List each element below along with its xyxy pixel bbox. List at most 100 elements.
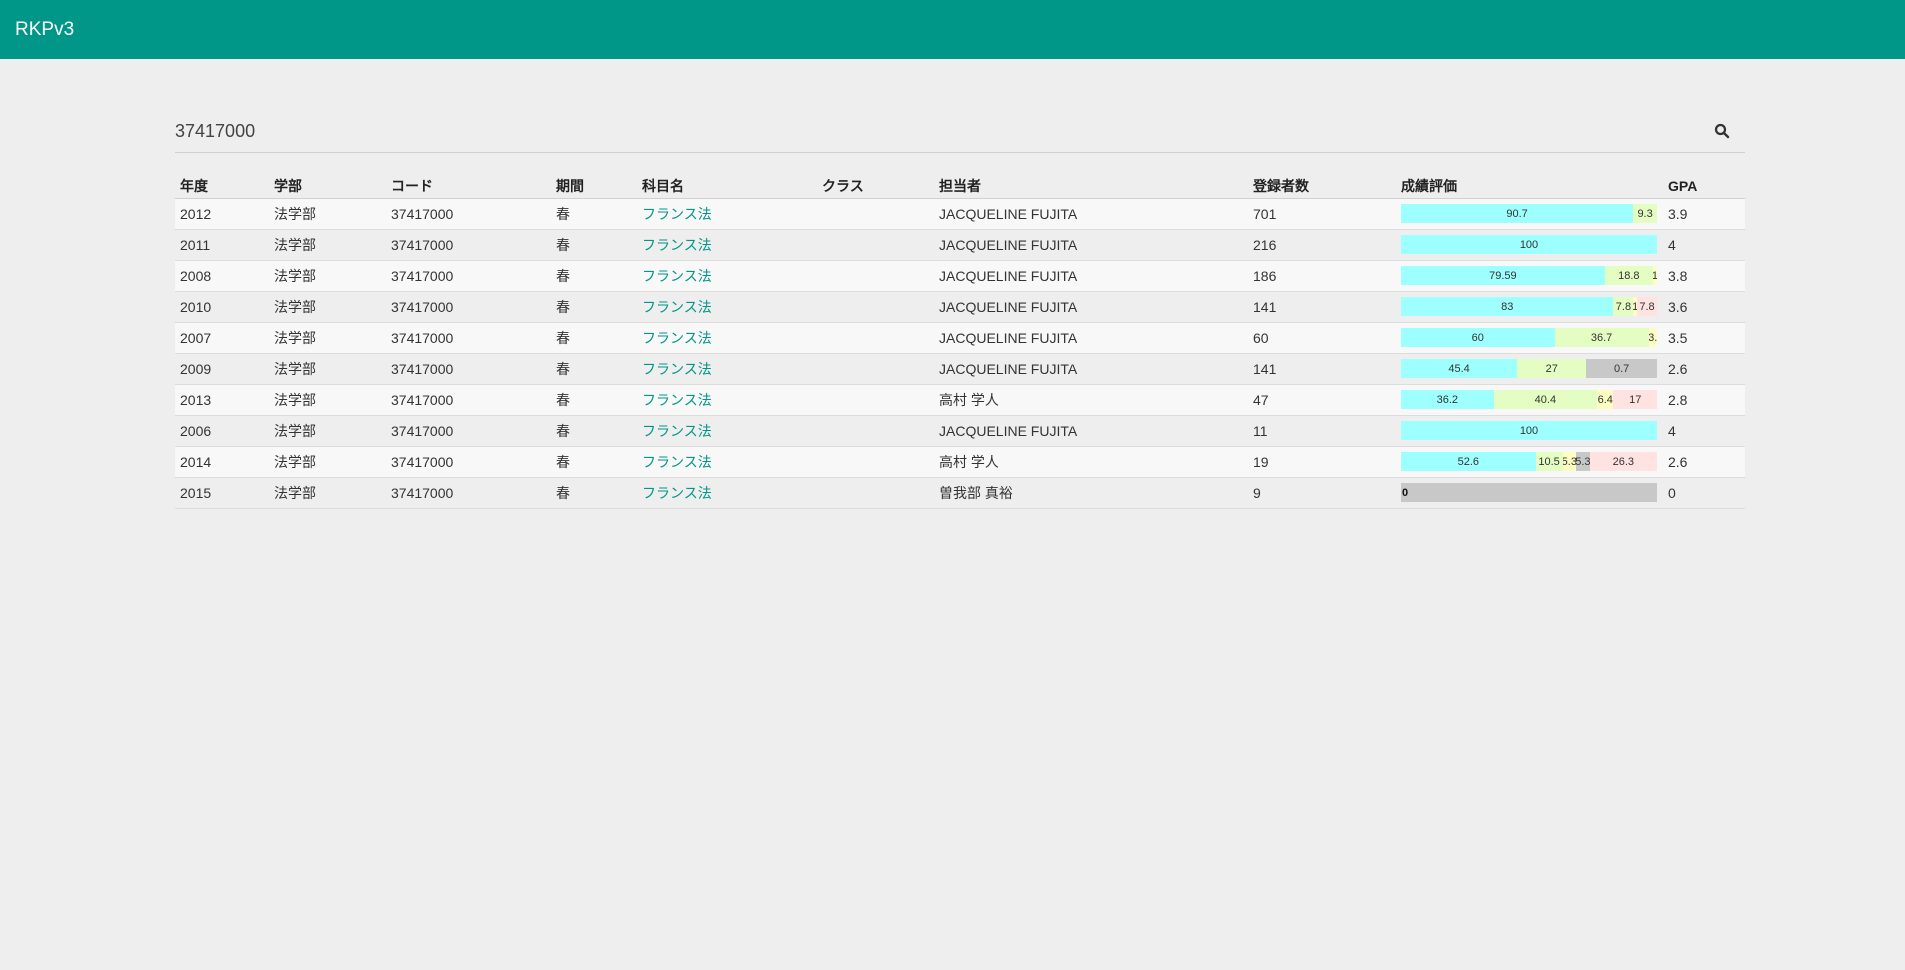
cell-grades: 79.59 18.8 1 [1396,260,1663,292]
grade-segment-f: 5.3 [1576,452,1590,471]
header-code[interactable]: コード [386,174,551,199]
cell-year: 2014 [175,446,269,478]
table-row: 2010 法学部 37417000 春フランス法 JACQUELINE FUJITA 14… [175,291,1745,323]
cell-grades: 45.4 27 0.7 [1396,353,1663,385]
cell-gpa: 2.6 [1663,446,1745,478]
grade-segment-b: 7.8 [1613,297,1634,316]
cell-term: 春 [551,353,637,385]
cell-year: 2013 [175,384,269,416]
table-row: 2006 法学部 37417000 春フランス法 JACQUELINE FUJITA 11… [175,415,1745,447]
subject-link[interactable]: フランス法 [642,299,712,315]
cell-instructor: JACQUELINE FUJITA [934,198,1248,230]
header-year[interactable]: 年度 [175,174,269,199]
header-grades[interactable]: 成績評価 [1396,174,1663,199]
subject-link[interactable]: フランス法 [642,454,712,470]
grade-distribution-bar: 79.59 18.8 1 [1401,266,1657,285]
grade-segment-a: 60 [1401,328,1555,347]
cell-term: 春 [551,477,637,509]
cell-gpa: 3.6 [1663,291,1745,323]
header-class[interactable]: クラス [817,174,934,199]
grade-segment-a: 52.6 [1401,452,1536,471]
cell-subject: フランス法 [637,260,817,292]
cell-class [817,322,934,354]
cell-gpa: 0 [1663,477,1745,509]
cell-class [817,198,934,230]
cell-year: 2006 [175,415,269,447]
table-row: 2013 法学部 37417000 春フランス法 高村 学人 47 36.2 40.4 6.4 1… [175,384,1745,416]
cell-enrolled: 216 [1248,229,1396,261]
subject-link[interactable]: フランス法 [642,485,712,501]
subject-link[interactable]: フランス法 [642,268,712,284]
cell-enrolled: 19 [1248,446,1396,478]
grade-segment-b: 9.3 [1633,204,1657,223]
subject-link[interactable]: フランス法 [642,237,712,253]
search-icon[interactable] [1713,122,1731,140]
cell-grades: 52.6 10.5 5.3 5.3 26.3 [1396,446,1663,478]
search-bar [175,110,1745,153]
cell-class [817,415,934,447]
cell-gpa: 3.9 [1663,198,1745,230]
cell-faculty: 法学部 [269,415,386,447]
cell-gpa: 4 [1663,229,1745,261]
header-faculty[interactable]: 学部 [269,174,386,199]
cell-subject: フランス法 [637,384,817,416]
subject-link[interactable]: フランス法 [642,361,712,377]
cell-term: 春 [551,198,637,230]
cell-term: 春 [551,260,637,292]
subject-link[interactable]: フランス法 [642,423,712,439]
cell-subject: フランス法 [637,229,817,261]
subject-link[interactable]: フランス法 [642,206,712,222]
cell-gpa: 2.6 [1663,353,1745,385]
cell-subject: フランス法 [637,353,817,385]
cell-code: 37417000 [386,198,551,230]
header-term[interactable]: 期間 [551,174,637,199]
cell-code: 37417000 [386,291,551,323]
subject-link[interactable]: フランス法 [642,392,712,408]
main-content: 年度 学部 コード 期間 科目名 クラス 担当者 登録者数 成績評価 GPA 2… [175,110,1745,509]
grade-segment-d: 26.3 [1589,452,1657,471]
table-row: 2009 法学部 37417000 春フランス法 JACQUELINE FUJITA 14… [175,353,1745,385]
header-gpa[interactable]: GPA [1663,174,1745,199]
grade-distribution-bar: 100 [1401,421,1657,440]
cell-term: 春 [551,322,637,354]
subject-link[interactable]: フランス法 [642,330,712,346]
cell-faculty: 法学部 [269,229,386,261]
cell-subject: フランス法 [637,291,817,323]
table-row: 2011 法学部 37417000 春フランス法 JACQUELINE FUJITA 21… [175,229,1745,261]
grade-segment-a: 90.7 [1401,204,1634,223]
cell-instructor: JACQUELINE FUJITA [934,291,1248,323]
cell-code: 37417000 [386,353,551,385]
cell-faculty: 法学部 [269,291,386,323]
cell-enrolled: 47 [1248,384,1396,416]
grade-segment-c: 3. [1648,328,1657,347]
cell-faculty: 法学部 [269,322,386,354]
cell-code: 37417000 [386,415,551,447]
cell-gpa: 3.5 [1663,322,1745,354]
cell-year: 2009 [175,353,269,385]
cell-faculty: 法学部 [269,353,386,385]
table-row: 2014 法学部 37417000 春フランス法 高村 学人 19 52.6 10.5 5.3 5… [175,446,1745,478]
grade-segment-f: 0 [1401,483,1657,502]
app-title[interactable]: RKPv3 [15,19,74,41]
cell-gpa: 4 [1663,415,1745,447]
cell-enrolled: 60 [1248,322,1396,354]
cell-grades: 36.2 40.4 6.4 17 [1396,384,1663,416]
table-row: 2008 法学部 37417000 春フランス法 JACQUELINE FUJITA 18… [175,260,1745,292]
cell-grades: 100 [1396,229,1663,261]
cell-class [817,291,934,323]
grade-segment-a: 79.59 [1401,266,1605,285]
header-instructor[interactable]: 担当者 [934,174,1248,199]
cell-term: 春 [551,384,637,416]
grade-segment-a: 100 [1401,235,1657,254]
header-subject[interactable]: 科目名 [637,174,817,199]
search-input[interactable] [175,120,1576,142]
cell-subject: フランス法 [637,198,817,230]
cell-class [817,446,934,478]
cell-term: 春 [551,446,637,478]
cell-enrolled: 9 [1248,477,1396,509]
cell-enrolled: 11 [1248,415,1396,447]
cell-class [817,229,934,261]
header-enrolled[interactable]: 登録者数 [1248,174,1396,199]
cell-instructor: JACQUELINE FUJITA [934,260,1248,292]
cell-instructor: JACQUELINE FUJITA [934,229,1248,261]
